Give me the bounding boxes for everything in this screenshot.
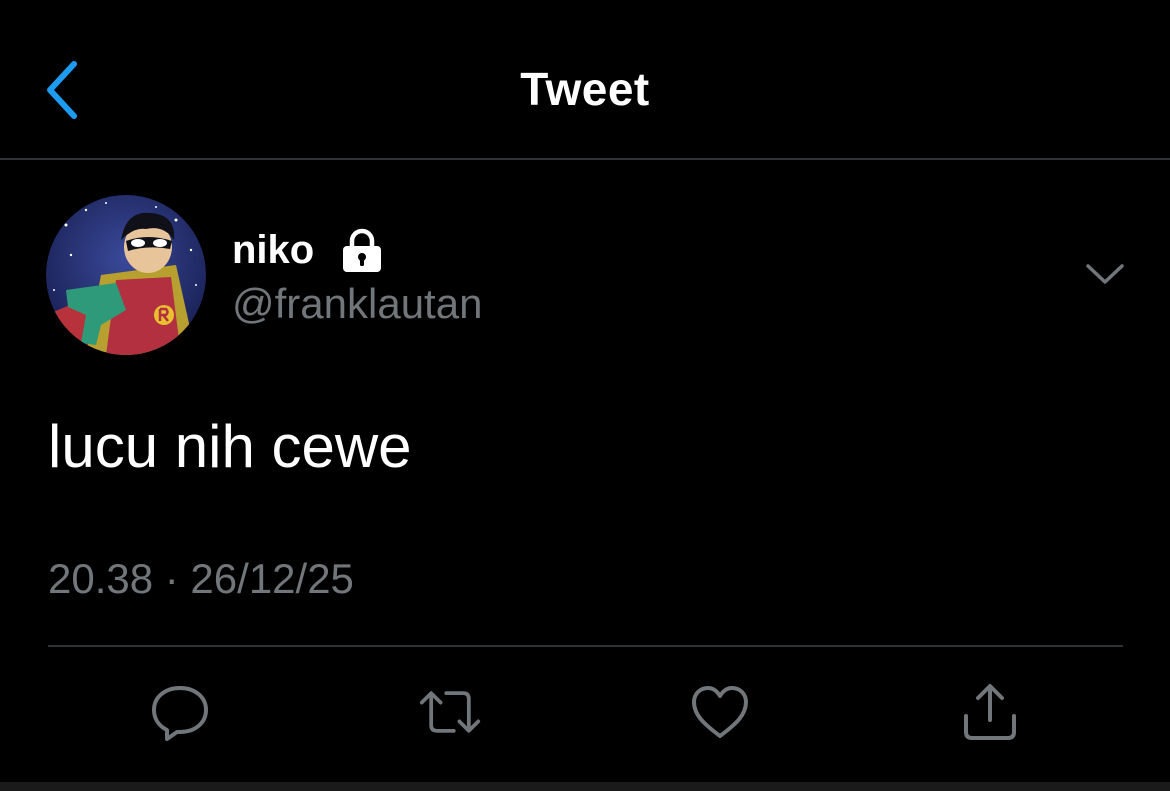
retweet-icon [419,691,481,733]
display-name[interactable]: niko [232,228,314,273]
top-bar: Tweet [0,0,1170,158]
share-icon [964,684,1016,740]
heart-icon [692,686,748,738]
tweet-text: lucu nih cewe [48,413,412,480]
like-button[interactable] [688,680,752,744]
avatar-image [46,195,206,355]
author-handle[interactable]: @franklautan [232,280,482,328]
tweet-timestamp[interactable]: 20.38 · 26/12/25 [48,555,354,603]
reply-icon [152,686,208,741]
share-button[interactable] [958,680,1022,744]
content-divider [48,645,1123,647]
avatar[interactable] [46,195,206,355]
lock-icon [340,227,384,273]
retweet-button[interactable] [418,680,482,744]
page-title: Tweet [520,63,650,115]
bottom-divider [0,782,1170,791]
chevron-down-icon [1086,264,1124,284]
header-divider [0,158,1170,160]
reply-button[interactable] [148,680,212,744]
more-options-button[interactable] [1080,252,1130,296]
author-row: niko [232,224,384,276]
